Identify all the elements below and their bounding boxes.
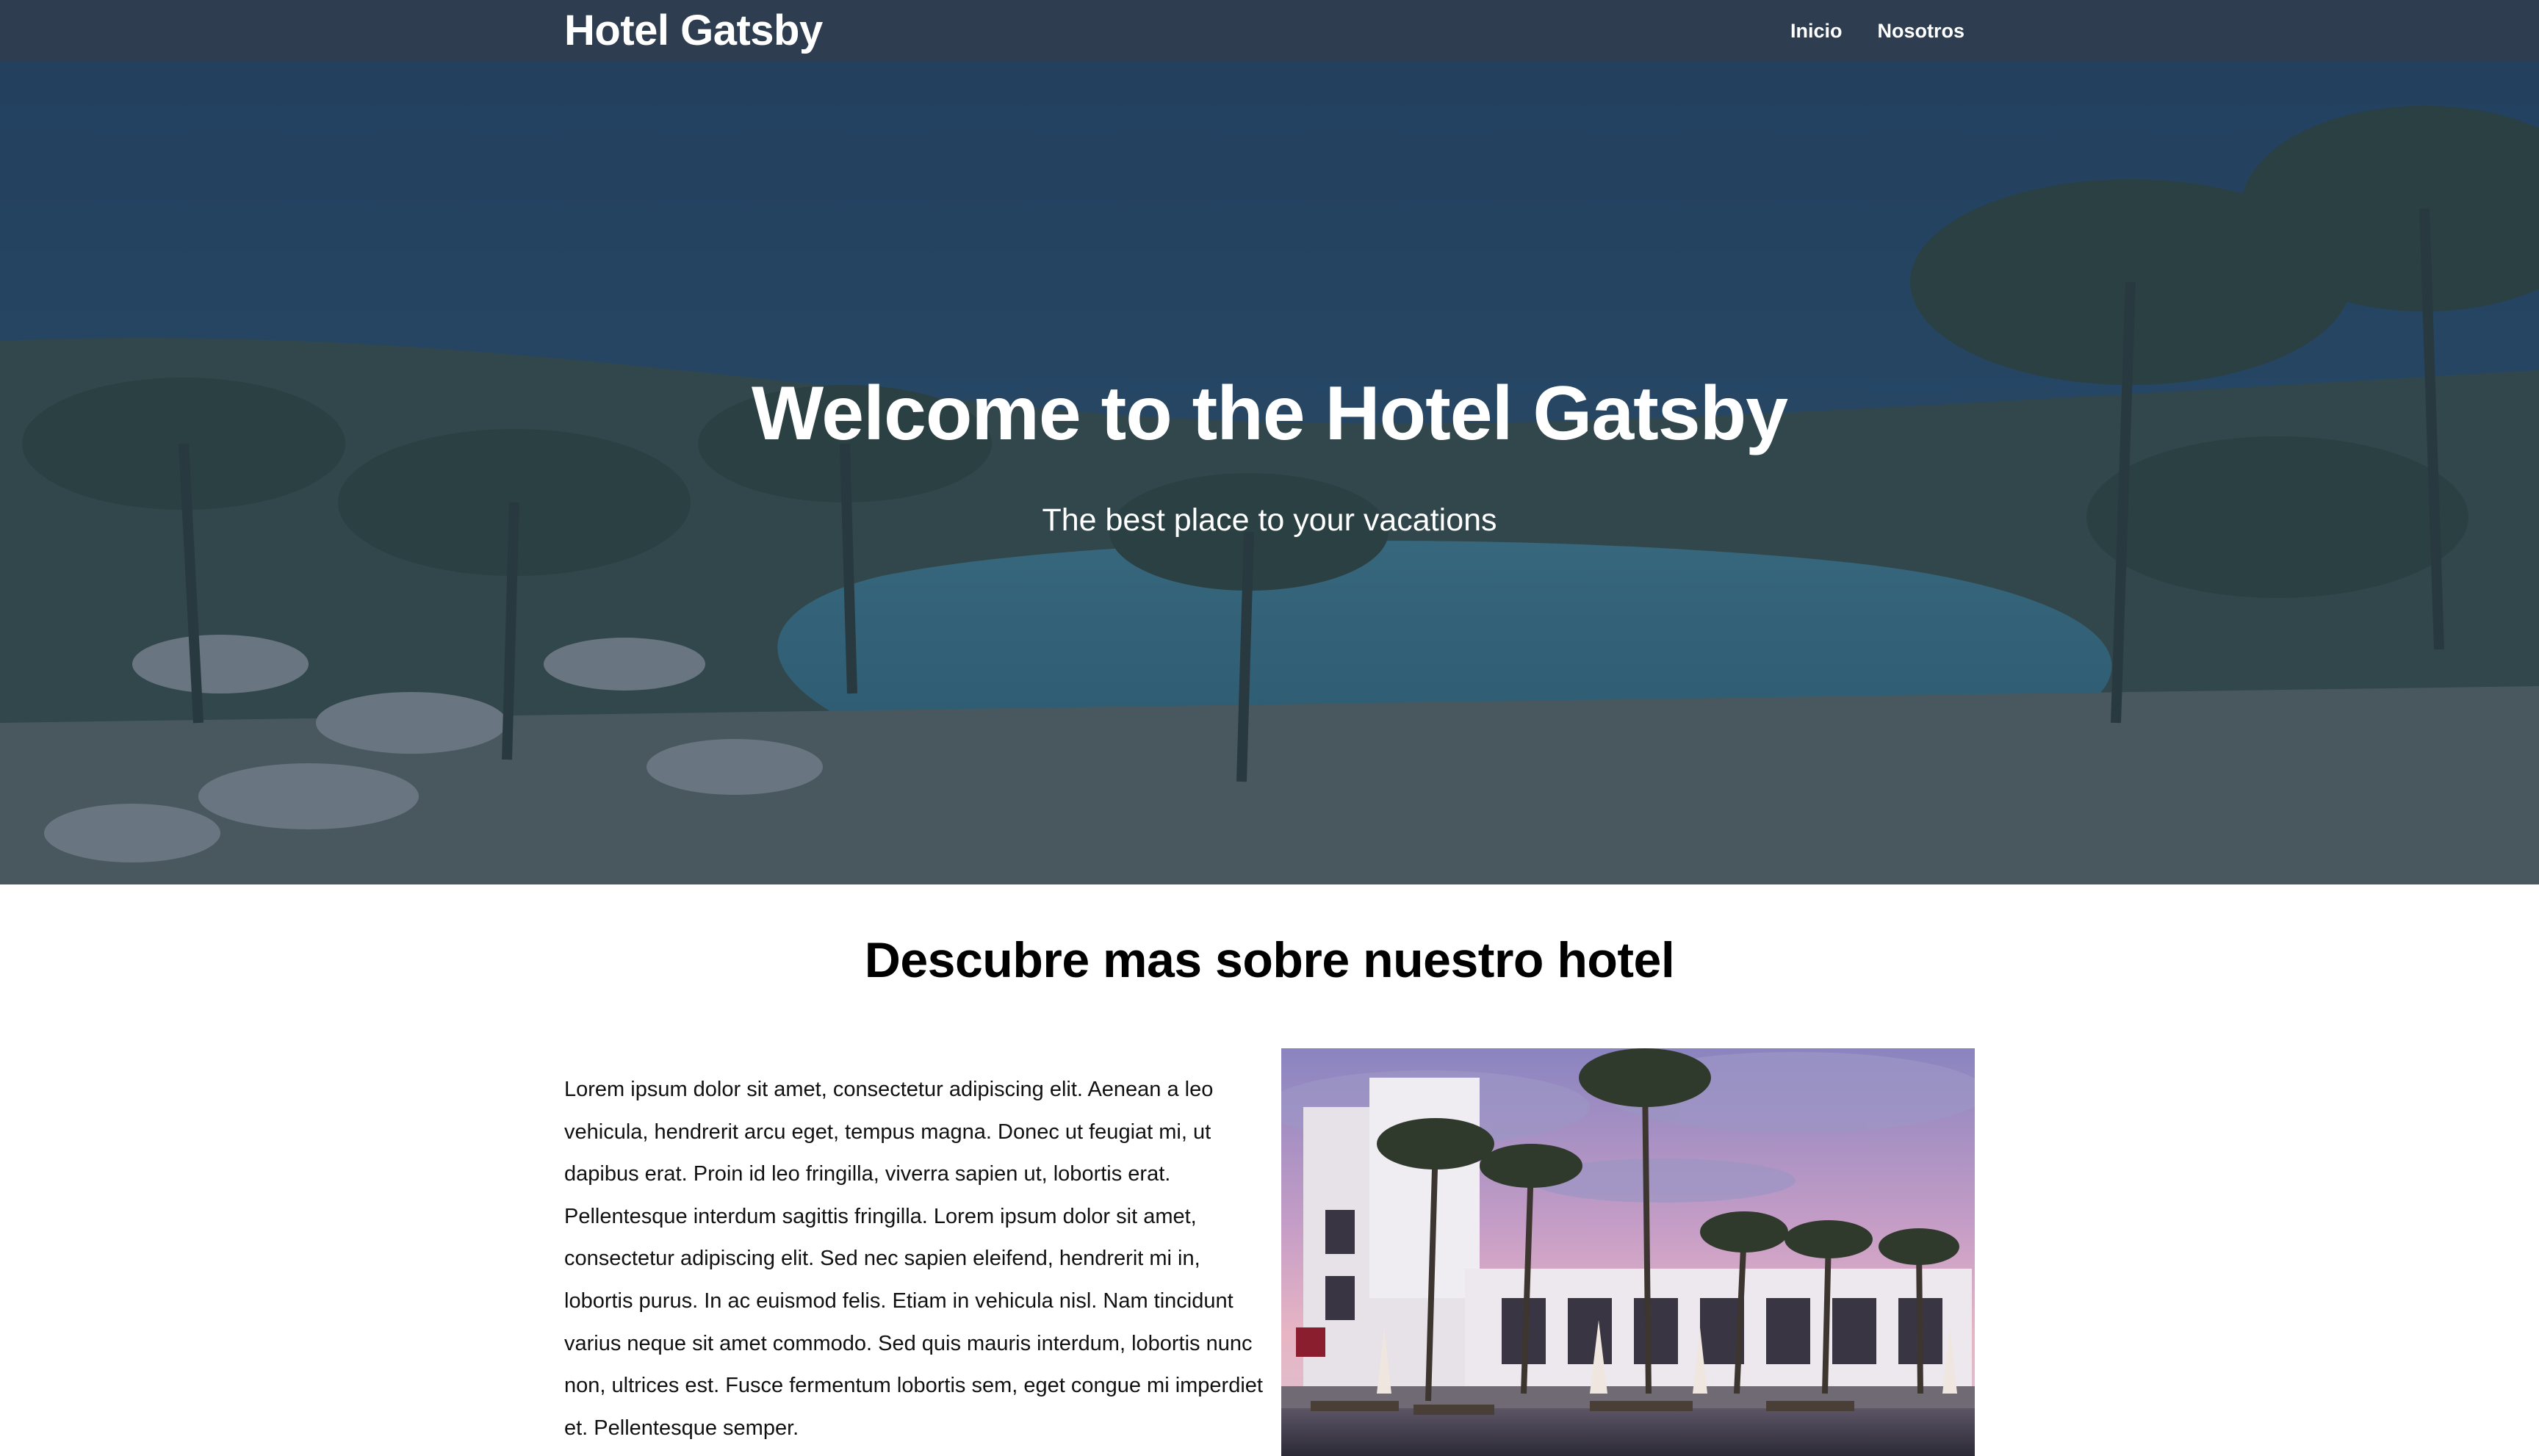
hotel-pool-image bbox=[1281, 1048, 1975, 1456]
about-paragraph: Lorem ipsum dolor sit amet, consectetur … bbox=[564, 1078, 1263, 1440]
hero-title: Welcome to the Hotel Gatsby bbox=[751, 371, 1788, 456]
site-header: Hotel Gatsby Inicio Nosotros bbox=[0, 0, 2539, 62]
hero-overlay bbox=[0, 62, 2539, 884]
about-section-title: Descubre mas sobre nuestro hotel bbox=[864, 932, 1675, 988]
brand-logo-link[interactable]: Hotel Gatsby bbox=[564, 4, 823, 57]
nav-link-nosotros[interactable]: Nosotros bbox=[1877, 20, 1964, 43]
hero-banner: Welcome to the Hotel Gatsby The best pla… bbox=[0, 62, 2539, 884]
nav-link-inicio[interactable]: Inicio bbox=[1790, 20, 1843, 43]
hotel-pool-picture bbox=[1281, 1048, 1975, 1456]
main-nav: Inicio Nosotros bbox=[1790, 0, 1964, 62]
hero-subtitle: The best place to your vacations bbox=[1042, 502, 1497, 538]
